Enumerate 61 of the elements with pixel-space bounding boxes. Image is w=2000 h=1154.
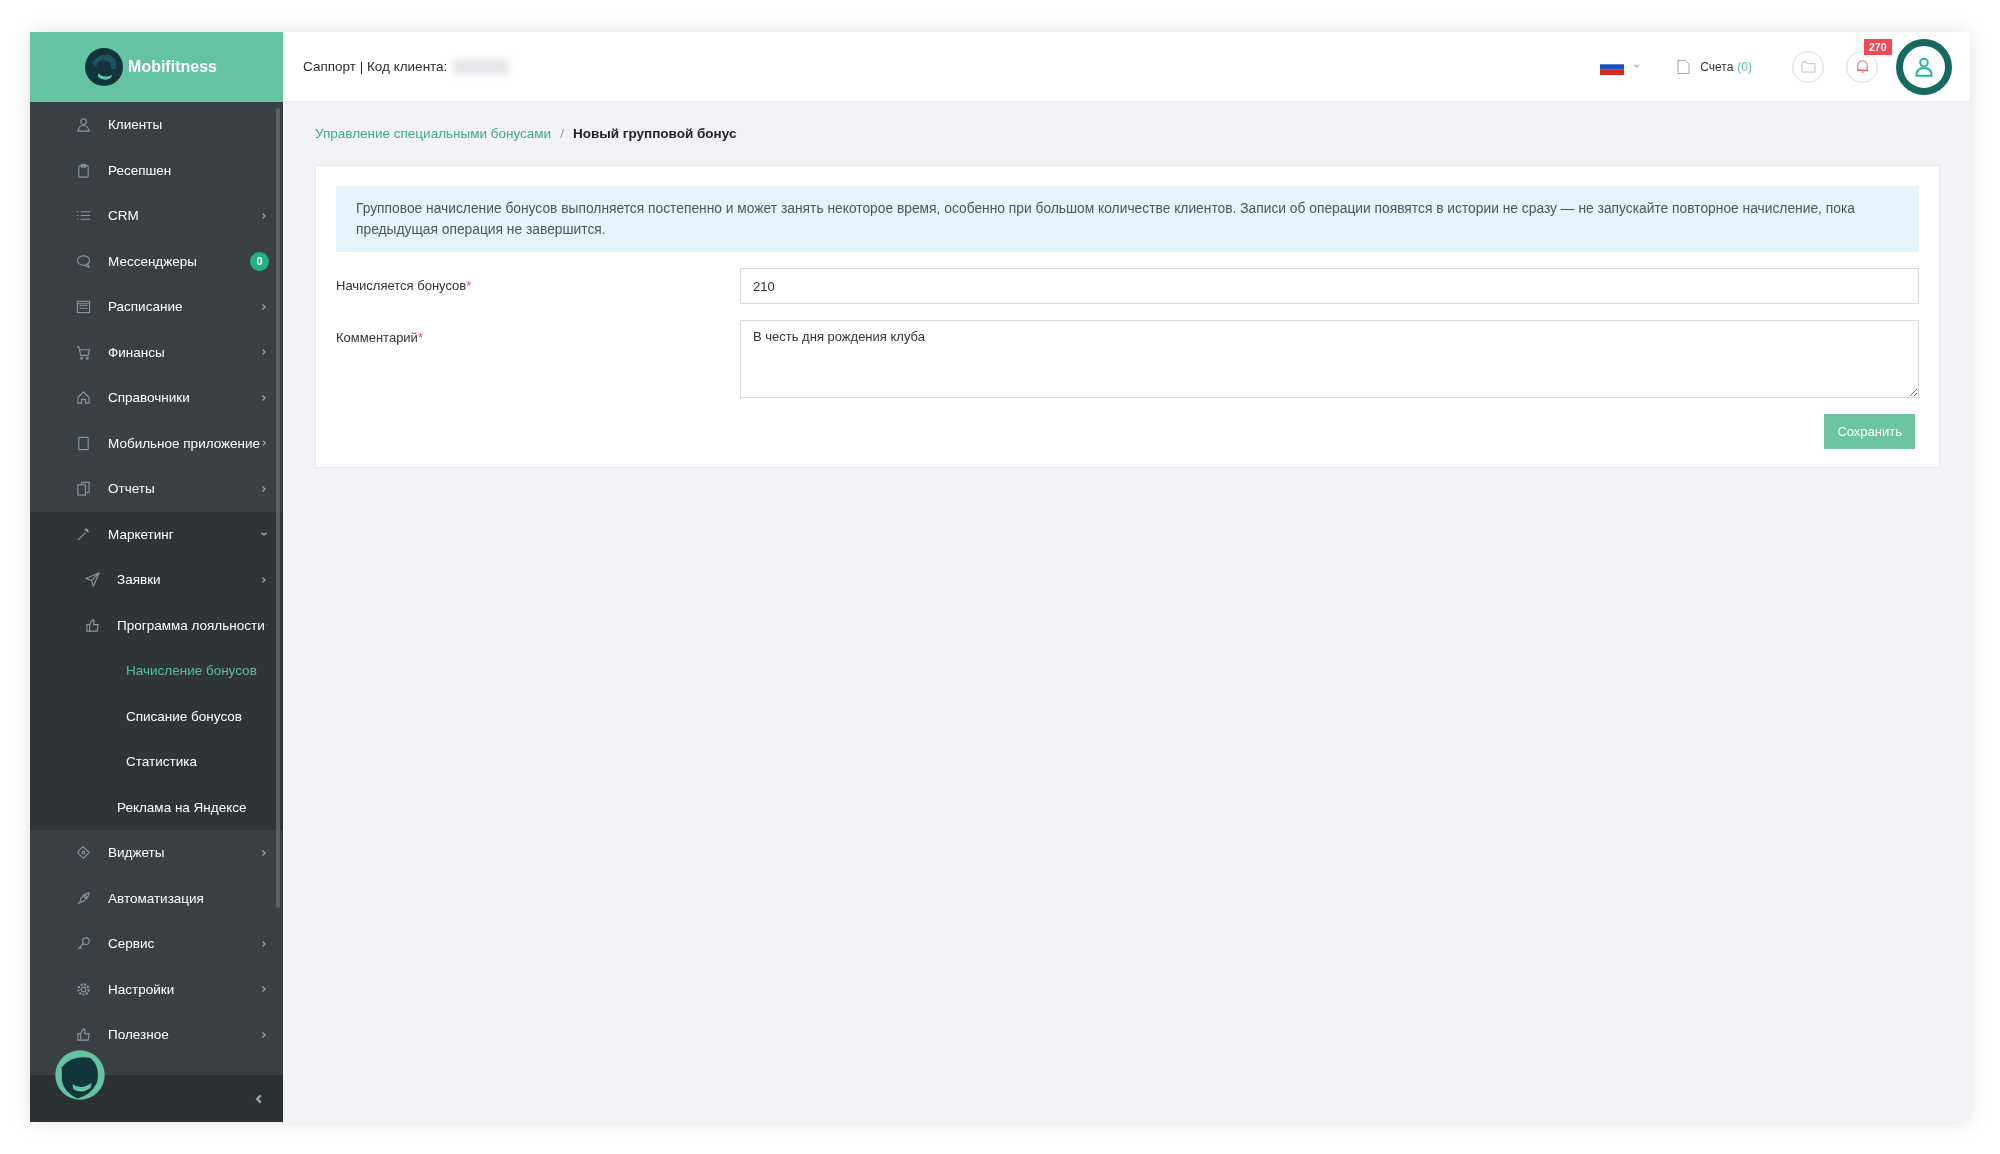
scrollbar[interactable] <box>276 108 280 908</box>
sidebar-item[interactable]: Начисление бонусов <box>30 648 283 694</box>
invoices-count: (0) <box>1737 59 1752 74</box>
folder-icon <box>1800 60 1816 73</box>
sidebar-item[interactable]: Статистика <box>30 739 283 785</box>
sidebar-item[interactable]: Мессенджеры 0 <box>30 238 283 284</box>
sidebar-item[interactable]: Списание бонусов <box>30 693 283 739</box>
chevron-right-icon <box>260 438 269 449</box>
bell-icon <box>1854 59 1870 74</box>
caret-icon <box>1632 62 1642 71</box>
sidebar-item[interactable]: Заявки <box>30 557 283 603</box>
calendar-icon <box>76 299 91 315</box>
clipboard-icon <box>76 162 91 178</box>
mascot-icon <box>54 1049 106 1101</box>
phone-icon <box>76 435 91 451</box>
avatar-button[interactable] <box>1896 38 1952 95</box>
sidebar-item[interactable]: Программа лояльности <box>30 602 283 648</box>
input-field[interactable]: 210 <box>740 268 1919 304</box>
sidebar-item[interactable]: Расписание <box>30 284 283 330</box>
document-icon <box>1677 58 1691 75</box>
user-icon <box>76 117 91 133</box>
sidebar-item[interactable]: Справочники <box>30 375 283 421</box>
sidebar-item[interactable]: Финансы <box>30 329 283 375</box>
info-notice: Групповое начисление бонусов выполняется постепенно и может занять некоторое время, особенно при большом количестве клиентов. Записи об операции появятся в истории не сразу — не запускайте повторное начисление, пока предыдущая операция не завершится. <box>336 186 1919 252</box>
invoices-label: Счета <box>1700 59 1734 74</box>
sidebar-item[interactable]: Автоматизация <box>30 875 283 921</box>
chat-icon <box>76 253 91 269</box>
redacted-text <box>453 58 510 75</box>
invoices-link[interactable]: Счета (0) <box>1677 58 1752 75</box>
gear-icon <box>76 981 91 997</box>
home-icon <box>76 390 91 406</box>
field-label: Комментарий* <box>336 329 424 347</box>
sidebar-item[interactable]: Виджеты <box>30 830 283 876</box>
sidebar-item[interactable]: Настройки <box>30 966 283 1012</box>
notifications-button[interactable] <box>1846 50 1878 83</box>
logo-icon <box>84 47 125 87</box>
count-badge: 0 <box>250 251 269 271</box>
wand-icon <box>76 526 91 542</box>
sidebar-item[interactable]: Полезное <box>30 1012 283 1058</box>
sidebar-item[interactable]: Реклама на Яндексе <box>30 784 283 830</box>
notification-badge: 270 <box>1864 38 1892 55</box>
key-icon <box>76 936 91 952</box>
sidebar-item[interactable]: Маркетинг <box>30 511 283 557</box>
textarea-field[interactable]: В честь дня рождения клуба <box>740 320 1919 398</box>
breadcrumb-current: Новый групповой бонус <box>572 126 737 141</box>
sidebar-item[interactable]: Отчеты <box>30 466 283 512</box>
thumb-icon <box>76 1027 91 1043</box>
sidebar-item[interactable]: CRM <box>30 193 283 239</box>
send-icon <box>85 572 100 588</box>
support-label: Саппорт | Код клиента: <box>303 59 448 74</box>
sidebar-item[interactable]: Клиенты <box>30 102 283 148</box>
copy-icon <box>76 481 91 497</box>
sidebar-item[interactable]: Сервис <box>30 921 283 967</box>
brand-name: Mobifitness <box>128 58 217 76</box>
thumb-icon <box>85 617 100 633</box>
breadcrumb-separator: / <box>560 126 564 141</box>
user-icon <box>1913 55 1935 78</box>
sidebar-item[interactable]: Ресепшен <box>30 147 283 193</box>
field-label: Начисляется бонусов* <box>336 277 473 295</box>
sidebar-item[interactable]: Мобильное приложение <box>30 420 283 466</box>
cart-icon <box>76 344 91 360</box>
